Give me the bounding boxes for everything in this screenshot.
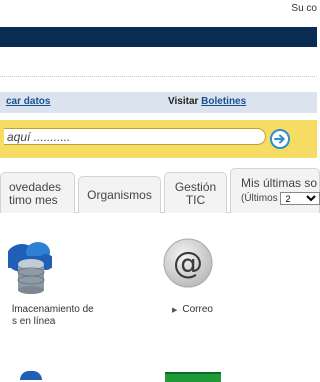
tab-novedades[interactable]: ovedades timo mes [0,172,75,213]
svg-text:@: @ [173,246,203,281]
partial-service-icon-2[interactable] [165,372,221,382]
storage-line1: lmacenamiento de [12,304,94,315]
visit-bulletins: Visitar Boletines [168,96,246,107]
bulletins-link[interactable]: Boletines [201,96,246,107]
tab-gestion-line2: TIC [185,193,206,207]
header-banner [0,27,317,47]
tab-gestion-tic[interactable]: Gestión TIC [164,172,227,213]
recent-count-prefix: (Últimos [241,193,278,205]
mail-label: Correo [182,304,213,315]
tab-organismos-label: Organismos [87,188,152,202]
search-submit-button[interactable] [270,129,290,149]
tab-mis-ultimas[interactable]: Mis últimas so (Últimos 2 [230,168,320,213]
tab-organismos[interactable]: Organismos [78,176,161,213]
update-data-link[interactable]: car datos [6,96,50,107]
user-greeting: Su co [291,3,317,14]
database-cloud-icon[interactable] [6,238,54,299]
caret-right-icon: ▶ [172,307,178,314]
arrow-right-icon [274,134,285,144]
tab-novedades-line2: timo mes [9,193,58,207]
at-sign-icon[interactable]: @ [163,238,213,293]
link-bar: car datos Visitar Boletines [0,92,317,113]
visit-prefix: Visitar [168,96,199,107]
storage-service-label[interactable]: lmacenamiento de s en línea [12,304,94,328]
recent-count-select[interactable]: 2 [280,192,320,205]
search-input[interactable]: aquí ........... [4,128,266,145]
partial-service-icon-1[interactable] [20,371,42,380]
tab-mis-ultimas-label: Mis últimas so [241,176,318,190]
mail-service-link[interactable]: ▶ Correo [172,304,213,317]
storage-line2: s en línea [12,316,56,327]
divider [0,76,317,77]
